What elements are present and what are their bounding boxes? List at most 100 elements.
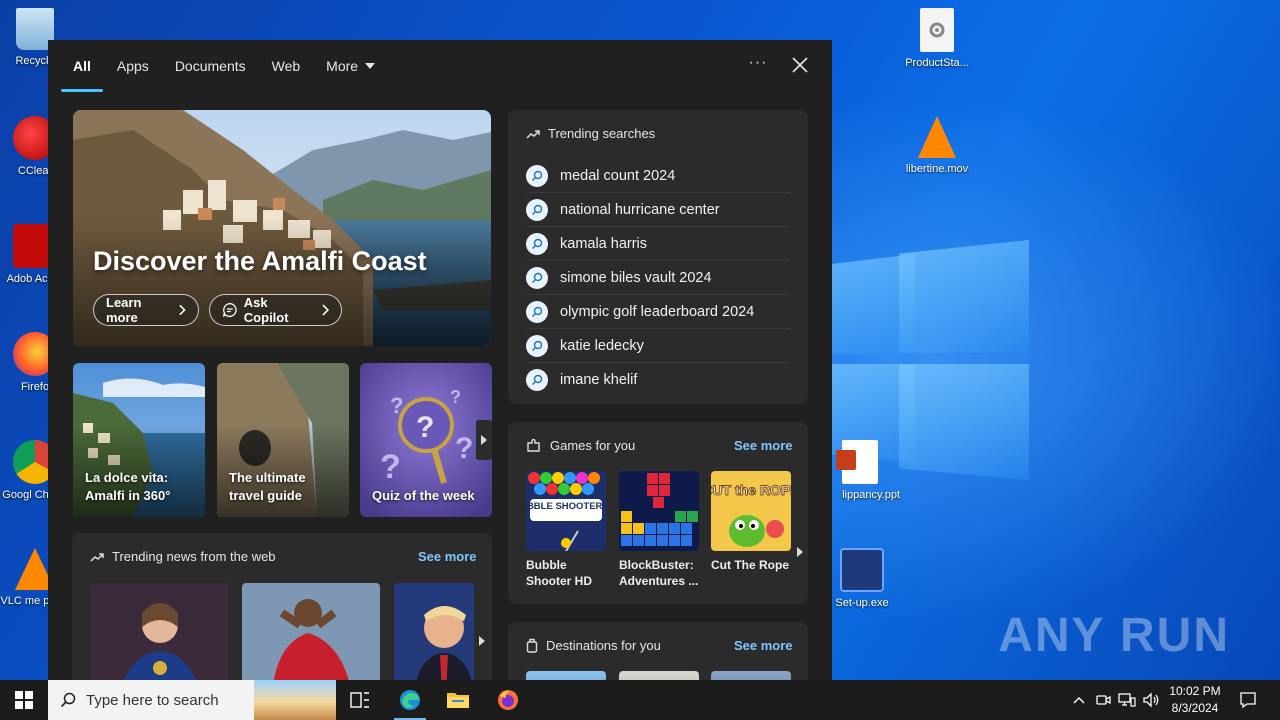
taskbar-file-explorer[interactable] — [434, 680, 482, 720]
section-title: Trending news from the web — [112, 549, 276, 564]
chat-bubble-icon — [222, 302, 237, 317]
start-button[interactable] — [0, 680, 48, 720]
puzzle-icon — [527, 438, 540, 452]
news-item[interactable] — [242, 583, 380, 680]
close-button[interactable] — [788, 53, 812, 77]
taskbar-edge[interactable] — [386, 680, 434, 720]
card-title: The ultimate travel guide — [229, 470, 306, 503]
search-icon — [526, 198, 548, 221]
desktop-icon-productsta[interactable]: ProductSta... — [897, 8, 977, 70]
tab-label: Apps — [116, 58, 149, 74]
tray-network[interactable] — [1116, 680, 1138, 720]
news-item[interactable] — [90, 583, 228, 680]
firefox-icon — [498, 690, 518, 710]
chevron-right-icon — [481, 435, 487, 445]
chevron-right-icon — [322, 304, 329, 316]
tab-documents[interactable]: Documents — [162, 40, 259, 92]
game-art-text: BUBBLE SHOOTER HD — [526, 501, 606, 512]
trending-searches-header: Trending searches — [526, 126, 655, 141]
games-next-button[interactable] — [792, 532, 808, 572]
news-item[interactable] — [394, 583, 474, 680]
trending-search-item[interactable]: imane khelif — [526, 363, 790, 397]
hero-card[interactable]: Discover the Amalfi Coast Learn more Ask… — [73, 110, 491, 346]
card-quiz-of-the-week[interactable]: ?? ?? ? Quiz of the week — [360, 363, 492, 517]
tab-label: All — [73, 58, 91, 74]
section-title: Games for you — [550, 438, 636, 453]
tab-label: More — [326, 58, 359, 74]
trending-searches-list: medal count 2024 national hurricane cent… — [526, 159, 790, 397]
trending-arrow-icon — [90, 552, 104, 562]
chevron-right-icon — [479, 636, 485, 646]
more-options-button[interactable]: ··· — [746, 53, 770, 77]
search-input[interactable] — [86, 691, 246, 709]
game-tile-cut-the-rope[interactable]: CUT the ROPE Cut The Rope — [711, 471, 791, 573]
game-art: CUT the ROPE — [711, 471, 791, 551]
section-title: Destinations for you — [546, 638, 661, 653]
destination-tile[interactable] — [619, 671, 699, 680]
folder-icon — [447, 693, 469, 708]
desktop-icon-label: ProductSta... — [905, 57, 969, 69]
desktop-icon-label: lippancy.ppt — [842, 489, 900, 501]
trending-search-text: imane khelif — [560, 372, 638, 388]
learn-more-button[interactable]: Learn more — [93, 294, 199, 326]
games-section: Games for you See more BUBBLE SHOOTER HD… — [508, 422, 808, 604]
trending-search-item[interactable]: national hurricane center — [526, 193, 790, 227]
destination-tile[interactable] — [526, 671, 606, 680]
game-tile-bubble-shooter[interactable]: BUBBLE SHOOTER HD Bubble Shooter HD — [526, 471, 606, 589]
tray-volume[interactable] — [1140, 680, 1162, 720]
destinations-see-more-link[interactable]: See more — [734, 638, 793, 653]
trending-search-text: simone biles vault 2024 — [560, 269, 712, 286]
ask-copilot-button[interactable]: Ask Copilot — [209, 294, 342, 326]
destination-tile[interactable] — [711, 671, 791, 680]
card-title: La dolce vita: Amalfi in 360° — [85, 470, 171, 503]
card-ultimate-travel-guide[interactable]: The ultimate travel guide — [217, 363, 349, 517]
trending-search-item[interactable]: katie ledecky — [526, 329, 790, 363]
tab-label: Web — [271, 58, 301, 74]
trending-search-item[interactable]: kamala harris — [526, 227, 790, 261]
taskbar-clock[interactable]: 10:02 PM 8/3/2024 — [1162, 683, 1228, 717]
desktop-icon-label: Set-up.exe — [835, 597, 889, 609]
game-name: BlockBuster: Adventures ... — [619, 558, 699, 588]
trending-search-item[interactable]: olympic golf leaderboard 2024 — [526, 295, 790, 329]
trending-search-item[interactable]: simone biles vault 2024 — [526, 261, 790, 295]
task-view-button[interactable] — [336, 680, 384, 720]
search-icon — [60, 692, 76, 708]
taskbar-firefox[interactable] — [484, 680, 532, 720]
desktop-icon-setup-exe[interactable]: Set-up.exe — [822, 548, 902, 610]
trending-news-section: Trending news from the web See more — [72, 533, 492, 680]
action-center-button[interactable] — [1232, 680, 1264, 720]
game-art — [619, 471, 699, 551]
search-icon — [526, 232, 548, 255]
tab-apps[interactable]: Apps — [104, 40, 162, 92]
tab-all[interactable]: All — [60, 40, 104, 92]
card-la-dolce-vita[interactable]: La dolce vita: Amalfi in 360° — [73, 363, 205, 517]
trending-search-text: national hurricane center — [560, 201, 720, 218]
news-image — [242, 583, 380, 680]
news-next-button[interactable] — [474, 621, 490, 661]
taskbar-search-box[interactable] — [48, 680, 336, 720]
search-icon — [526, 334, 548, 357]
tab-web[interactable]: Web — [259, 40, 314, 92]
chevron-right-icon — [179, 304, 186, 316]
news-image — [90, 583, 228, 680]
game-tile-blockbuster[interactable]: BlockBuster: Adventures ... — [619, 471, 699, 589]
desktop-icon-libertine-mov[interactable]: libertine.mov — [897, 116, 977, 176]
svg-text:?: ? — [450, 387, 461, 407]
tab-more[interactable]: More — [313, 40, 388, 92]
trending-search-item[interactable]: medal count 2024 — [526, 159, 790, 193]
luggage-icon — [526, 638, 538, 653]
close-icon — [792, 57, 808, 73]
news-see-more-link[interactable]: See more — [418, 549, 477, 564]
desktop-icon-label: libertine.mov — [905, 163, 969, 175]
search-icon — [526, 369, 548, 391]
cards-next-button[interactable] — [476, 420, 492, 460]
tray-meet-now[interactable] — [1092, 680, 1114, 720]
game-art-text: CUT the ROPE — [711, 482, 791, 498]
clock-date: 8/3/2024 — [1171, 701, 1219, 715]
desktop-icon-lippancy-ppt[interactable]: lippancy.ppt — [820, 440, 900, 502]
svg-text:?: ? — [455, 432, 473, 465]
tab-label: Documents — [174, 58, 246, 74]
games-see-more-link[interactable]: See more — [734, 438, 793, 453]
show-hidden-icons-button[interactable] — [1068, 680, 1090, 720]
network-icon — [1118, 693, 1136, 707]
